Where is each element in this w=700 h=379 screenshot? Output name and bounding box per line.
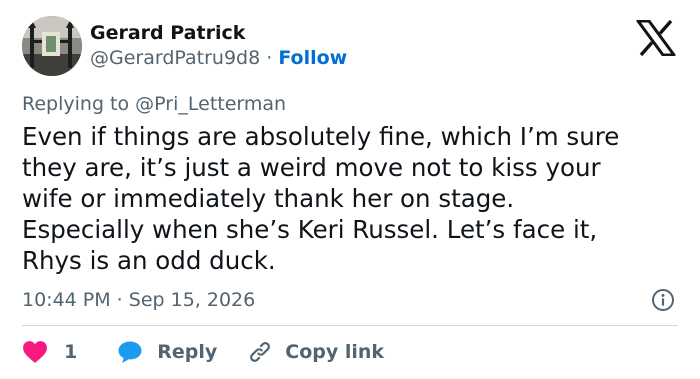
like-count: 1	[64, 341, 78, 363]
author-handle-row: @GerardPatru9d8 · Follow	[90, 45, 347, 71]
replying-to-mention[interactable]: @Pri_Letterman	[135, 93, 286, 115]
author-handle[interactable]: @GerardPatru9d8	[90, 47, 260, 69]
author-identity: Gerard Patrick @GerardPatru9d8 · Follow	[90, 21, 347, 71]
tweet-text: Even if things are absolutely fine, whic…	[22, 121, 662, 276]
tweet-timestamp[interactable]: 10:44 PM · Sep 15, 2026	[22, 288, 255, 312]
heart-icon	[23, 341, 47, 363]
replying-to: Replying to @Pri_Letterman	[22, 92, 286, 116]
tweet-text-line: wife or immediately thank her on stage.	[22, 184, 515, 213]
reply-bubble-icon	[118, 341, 142, 363]
follow-button[interactable]: Follow	[278, 47, 347, 69]
reply-button[interactable]: Reply	[117, 340, 217, 364]
reply-label: Reply	[157, 341, 218, 363]
author-name[interactable]: Gerard Patrick	[90, 21, 347, 45]
copy-link-button[interactable]: Copy link	[247, 339, 384, 365]
divider	[22, 325, 678, 326]
x-logo-icon[interactable]	[636, 19, 676, 57]
tweet-actions: 1 Reply Copy link	[22, 338, 384, 366]
avatar-photo-icon	[22, 16, 82, 76]
avatar[interactable]	[22, 16, 82, 76]
tweet-text-line: Even if things are absolutely fine, whic…	[22, 122, 620, 151]
like-button[interactable]: 1	[22, 340, 77, 364]
handle-separator: ·	[266, 47, 273, 69]
replying-to-label: Replying to	[22, 93, 130, 115]
tweet-text-line: Especially when she’s Keri Russel. Let’s…	[22, 215, 598, 244]
copy-link-label: Copy link	[285, 341, 385, 363]
tweet-text-line: they are, it’s just a weird move not to …	[22, 153, 601, 182]
tweet-header: Gerard Patrick @GerardPatru9d8 · Follow	[22, 16, 347, 76]
info-icon[interactable]	[651, 288, 675, 312]
tweet-text-line: Rhys is an odd duck.	[22, 246, 276, 275]
link-icon	[250, 342, 271, 362]
